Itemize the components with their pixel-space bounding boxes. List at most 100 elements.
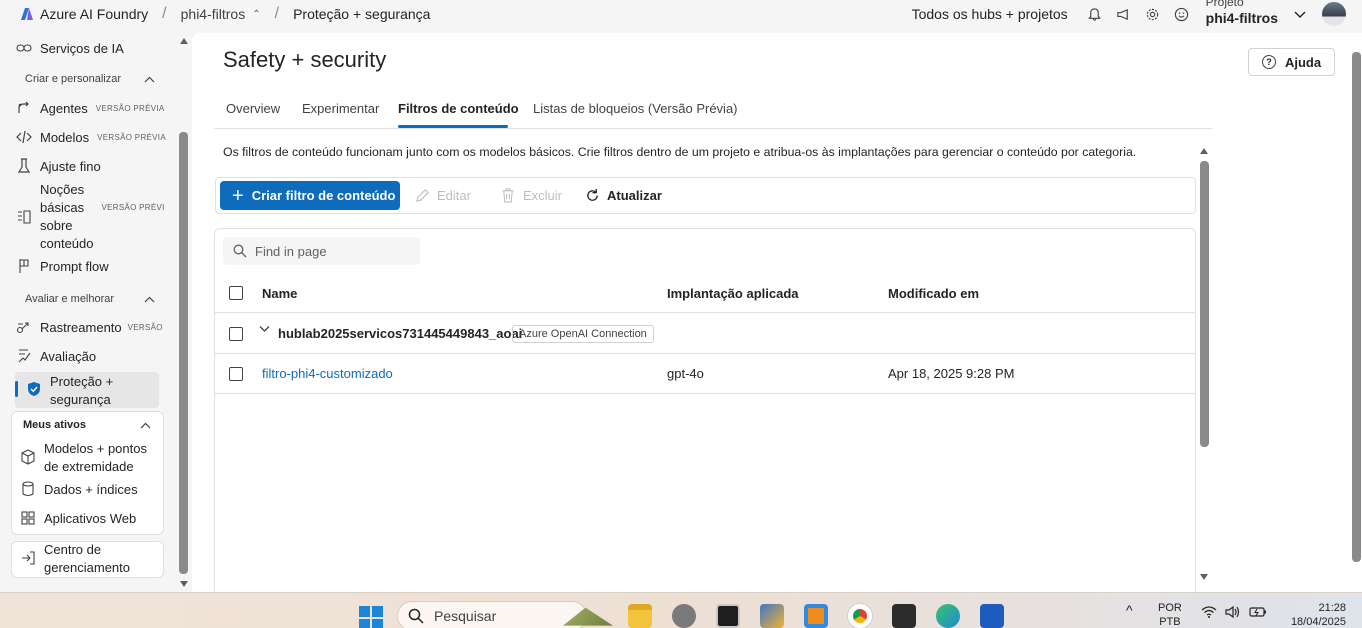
sidebar-item-ai-services[interactable]: Serviços de IA (16, 40, 160, 58)
taskbar-search[interactable]: Pesquisar (397, 601, 587, 628)
megaphone-icon[interactable] (1115, 5, 1133, 23)
filter-name-link[interactable]: filtro-phi4-customizado (262, 366, 393, 381)
remote-desktop-icon[interactable] (804, 604, 828, 628)
scroll-up-arrow[interactable] (180, 38, 188, 44)
clock[interactable]: 21:28 18/04/2025 (1280, 601, 1346, 628)
content-scrollbar[interactable] (1200, 161, 1209, 447)
tab-overview[interactable]: Overview (226, 101, 280, 116)
description: Os filtros de conteúdo funcionam junto c… (223, 145, 1137, 159)
edit-button[interactable]: Editar (414, 187, 471, 203)
chrome-icon[interactable] (848, 604, 872, 628)
bell-icon[interactable] (1086, 5, 1104, 23)
section-title: Avaliar e melhorar (25, 293, 115, 305)
smiley-icon[interactable] (1173, 5, 1191, 23)
tab-blocklists[interactable]: Listas de bloqueios (Versão Prévia) (533, 101, 738, 116)
clock-time: 21:28 (1318, 602, 1346, 614)
chevron-down-icon[interactable] (1294, 7, 1306, 22)
sidebar-item-web-apps[interactable]: Aplicativos Web (20, 510, 164, 528)
section-eval-header[interactable]: Avaliar e melhorar (25, 293, 155, 305)
toolbar: + Criar filtro de conteúdo Editar Exclui… (215, 177, 1196, 214)
column-header-name[interactable]: Name (262, 286, 297, 301)
content-filters-table: Find in page Name Implantação aplicada M… (214, 228, 1196, 592)
sidebar-item-agents[interactable]: Agentes VERSÃO PRÉVIA (16, 100, 164, 118)
network-app-icon[interactable] (760, 604, 784, 628)
table-row[interactable]: filtro-phi4-customizado gpt-4o Apr 18, 2… (215, 354, 1195, 394)
volume-icon[interactable] (1225, 605, 1241, 622)
windows-taskbar: Pesquisar ^ POR PTB 21:28 18/04/2025 (0, 592, 1362, 628)
row-checkbox[interactable] (229, 367, 243, 381)
group-name: hublab2025servicos731445449843_aoai (278, 326, 523, 341)
word-icon[interactable] (980, 604, 1004, 628)
table-header-row: Name Implantação aplicada Modificado em (215, 273, 1195, 313)
gear-icon[interactable] (1144, 5, 1162, 23)
sidebar-item-label: Avaliação (40, 349, 97, 364)
camera-app-icon[interactable] (672, 604, 696, 628)
search-icon (233, 244, 247, 258)
sidebar-item-data-indexes[interactable]: Dados + índices (20, 481, 164, 499)
command-prompt-icon[interactable] (892, 604, 916, 628)
modified-cell: Apr 18, 2025 9:28 PM (888, 366, 1015, 381)
preview-badge: VERSÃO PRÉVI (101, 203, 165, 212)
wifi-icon[interactable] (1201, 606, 1217, 622)
battery-icon[interactable] (1249, 606, 1267, 622)
tab-bar: Overview Experimentar Filtros de conteúd… (214, 89, 1212, 129)
group-checkbox[interactable] (229, 327, 243, 341)
windows-start-icon[interactable] (359, 606, 383, 628)
find-in-page-input[interactable]: Find in page (223, 237, 420, 265)
sidebar: Serviços de IA Criar e personalizar Agen… (0, 28, 188, 592)
language-top: POR (1158, 602, 1182, 614)
section-create-header[interactable]: Criar e personalizar (25, 73, 155, 85)
file-explorer-icon[interactable] (628, 604, 652, 628)
language-indicator[interactable]: POR PTB (1158, 601, 1182, 628)
clock-date: 18/04/2025 (1290, 616, 1346, 628)
brand[interactable]: Azure AI Foundry (20, 6, 148, 22)
search-placeholder: Find in page (255, 243, 327, 259)
sidebar-item-prompt-flow[interactable]: Prompt flow (16, 258, 160, 276)
breadcrumb-project[interactable]: phi4-filtros ⌃ (181, 6, 261, 22)
select-all-checkbox[interactable] (229, 286, 243, 300)
sidebar-item-tracing[interactable]: Rastreamento VERSÃO (16, 319, 163, 337)
sidebar-item-management[interactable]: Centro de gerenciamento (20, 541, 160, 577)
column-header-deployment[interactable]: Implantação aplicada (667, 286, 799, 301)
chevron-down-icon[interactable] (259, 325, 270, 336)
tab-content-filters[interactable]: Filtros de conteúdo (398, 101, 519, 116)
sidebar-item-safety[interactable]: Proteção + segurança (16, 373, 160, 409)
breadcrumb-current: Proteção + segurança (293, 6, 431, 22)
tab-experiment[interactable]: Experimentar (302, 101, 379, 116)
sidebar-item-label: Proteção + segurança (50, 374, 114, 407)
sidebar-item-fine-tune[interactable]: Ajuste fino (16, 158, 160, 176)
sidebar-scrollbar[interactable] (179, 132, 188, 574)
preview-badge: VERSÃO PRÉVIA (97, 133, 166, 142)
column-header-modified[interactable]: Modificado em (888, 286, 979, 301)
trash-icon (500, 187, 516, 203)
scroll-down-arrow[interactable] (1200, 574, 1208, 580)
refresh-label: Atualizar (607, 187, 662, 203)
section-assets-header[interactable]: Meus ativos (23, 419, 151, 431)
sidebar-item-models-endpoints[interactable]: Modelos + pontos de extremidade (20, 440, 160, 476)
top-right-area: Todos os hubs + projetos Projeto phi4-fi… (912, 0, 1362, 28)
refresh-icon (584, 187, 600, 203)
refresh-button[interactable]: Atualizar (584, 187, 662, 203)
main-panel: Safety + security ? Ajuda Overview Exper… (192, 33, 1362, 592)
scroll-up-arrow[interactable] (1200, 148, 1208, 154)
delete-button[interactable]: Excluir (500, 187, 562, 203)
project-switcher[interactable]: Projeto phi4-filtros (1206, 0, 1278, 26)
create-filter-button[interactable]: + Criar filtro de conteúdo (220, 181, 400, 210)
sidebar-item-models[interactable]: Modelos VERSÃO PRÉVIA (16, 129, 166, 147)
apps-grid-icon (20, 510, 36, 526)
scroll-down-arrow[interactable] (180, 581, 188, 587)
code-icon (16, 129, 32, 145)
help-button[interactable]: ? Ajuda (1248, 48, 1335, 76)
terminal-icon[interactable] (716, 604, 740, 628)
sidebar-item-label: Ajuste fino (40, 159, 101, 174)
create-filter-label: Criar filtro de conteúdo (251, 188, 396, 203)
sidebar-item-evaluation[interactable]: Avaliação (16, 348, 160, 366)
all-hubs-link[interactable]: Todos os hubs + projetos (912, 6, 1068, 22)
sidebar-item-content-basics[interactable]: Noções básicas sobre conteúdo VERSÃO PRÉ… (16, 181, 164, 253)
chevron-up-icon[interactable]: ^ (1126, 603, 1133, 617)
avatar[interactable] (1322, 2, 1346, 26)
database-icon (20, 481, 36, 497)
edge-icon[interactable] (936, 604, 960, 628)
chevron-up-icon (144, 76, 155, 82)
page-scrollbar[interactable] (1352, 52, 1361, 562)
